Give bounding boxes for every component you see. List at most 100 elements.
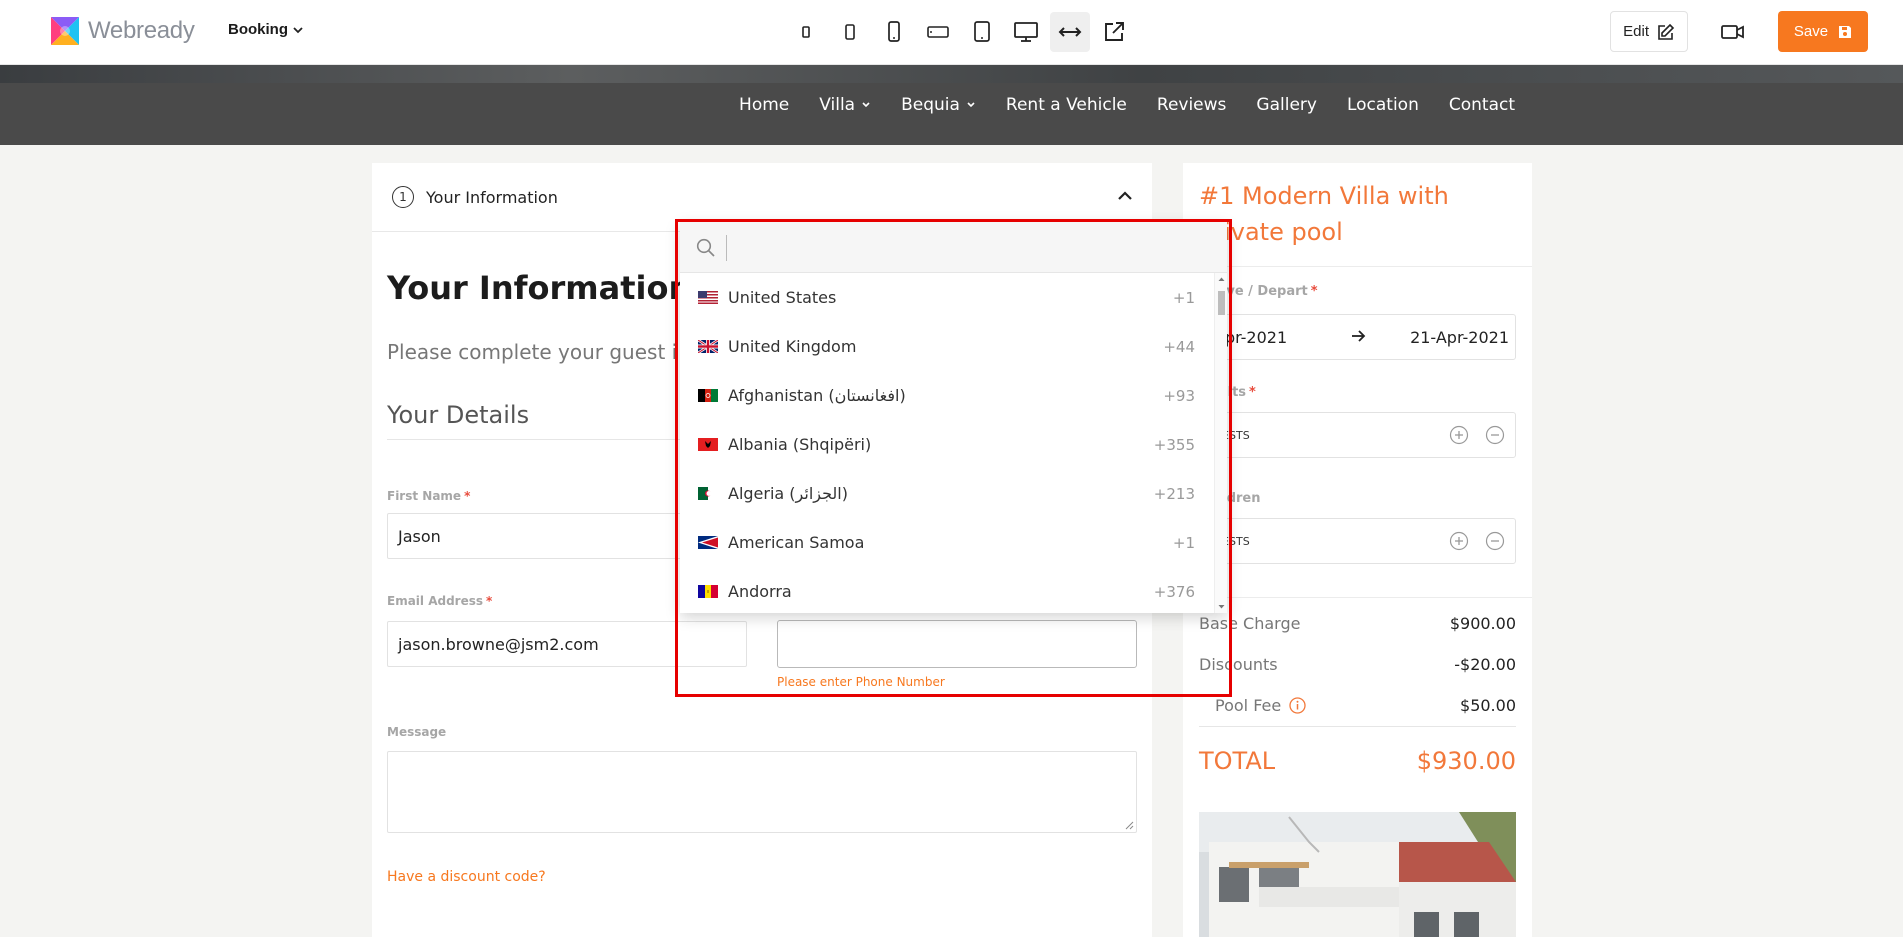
booking-summary: #1 Modern Villa with private pool Arrive…: [1183, 163, 1532, 937]
divider: [1183, 266, 1532, 267]
adults-stepper[interactable]: UESTS: [1199, 412, 1516, 458]
tablet-button[interactable]: [962, 12, 1002, 52]
total-label: TOTAL: [1199, 747, 1276, 775]
discounts-label: Discounts: [1199, 655, 1278, 674]
phone-icon: [845, 24, 855, 40]
step-number: 1: [392, 186, 414, 208]
country-option-united-kingdom[interactable]: United Kingdom +44: [680, 322, 1210, 371]
save-button-label: Save: [1793, 23, 1829, 40]
desktop-icon: [1014, 22, 1038, 42]
base-charge-row: Base Charge $900.00: [1199, 614, 1516, 633]
minus-circle-icon[interactable]: [1485, 425, 1505, 445]
flag-as-icon: [698, 536, 718, 549]
floppy-disk-icon: [1839, 25, 1852, 38]
phone-field[interactable]: [777, 620, 1137, 668]
discount-code-link[interactable]: Have a discount code?: [387, 869, 546, 885]
country-option-algeria[interactable]: Algeria (‫الجزائر‬‎) +213: [680, 469, 1210, 518]
phone-small-button[interactable]: [786, 12, 826, 52]
country-search-bar: [680, 222, 1227, 273]
base-charge-value: $900.00: [1449, 614, 1516, 633]
video-tutorial-button[interactable]: [1718, 17, 1748, 47]
chevron-up-icon[interactable]: [1116, 187, 1134, 205]
message-label: Message: [387, 725, 447, 739]
video-camera-icon: [1721, 24, 1744, 39]
date-range-picker[interactable]: Apr-2021 21-Apr-2021: [1199, 314, 1516, 360]
pool-fee-row: Pool Fee $50.00: [1199, 696, 1516, 715]
phone-large-icon: [888, 21, 900, 42]
tablet-icon: [974, 21, 990, 42]
phone-error-message: Please enter Phone Number: [777, 675, 945, 689]
site-navigation: Home Villa Bequia Rent a Vehicle Reviews…: [739, 95, 1515, 115]
email-label: Email Address *: [387, 594, 493, 608]
edit-button-label: Edit: [1623, 23, 1649, 40]
flag-us-icon: [698, 291, 718, 304]
toolbar-actions: Edit Save: [1610, 11, 1868, 52]
email-field[interactable]: jason.browne@jsm2.com: [387, 621, 747, 667]
save-button[interactable]: Save: [1778, 11, 1868, 52]
flag-gb-icon: [698, 340, 718, 353]
first-name-label: First Name *: [387, 489, 471, 503]
chevron-down-icon: [967, 102, 975, 108]
header-hero-strip: [0, 65, 1903, 83]
full-width-button[interactable]: [1050, 12, 1090, 52]
details-heading: Your Details: [387, 401, 530, 429]
villa-title: #1 Modern Villa with private pool: [1199, 182, 1449, 246]
minus-circle-icon[interactable]: [1485, 531, 1505, 551]
country-option-american-samoa[interactable]: American Samoa +1: [680, 518, 1210, 567]
phone-large-button[interactable]: [874, 12, 914, 52]
nav-rent-a-vehicle[interactable]: Rent a Vehicle: [1006, 95, 1127, 115]
flag-ad-icon: [698, 585, 718, 598]
desktop-button[interactable]: [1006, 12, 1046, 52]
base-charge-label: Base Charge: [1199, 614, 1301, 633]
nav-reviews[interactable]: Reviews: [1157, 95, 1227, 115]
total-row: TOTAL $930.00: [1199, 747, 1516, 775]
scrollbar-thumb[interactable]: [1218, 291, 1225, 315]
brand-name: Webready: [88, 17, 195, 44]
pool-fee-label: Pool Fee: [1215, 696, 1282, 715]
full-width-icon: [1058, 27, 1082, 37]
divider: [387, 439, 687, 440]
phone-landscape-icon: [927, 26, 949, 38]
intro-text: Please complete your guest i: [387, 340, 678, 364]
open-external-button[interactable]: [1094, 12, 1134, 52]
step-title: Your Information: [426, 187, 558, 207]
dropdown-scrollbar[interactable]: [1214, 273, 1227, 613]
nav-home[interactable]: Home: [739, 95, 789, 115]
plus-circle-icon[interactable]: [1449, 425, 1469, 445]
arrow-right-icon: [1352, 330, 1366, 342]
country-option-albania[interactable]: Albania (Shqipëri) +355: [680, 420, 1210, 469]
divider: [1183, 597, 1532, 598]
discounts-value: -$20.00: [1454, 655, 1516, 674]
children-stepper[interactable]: UESTS: [1199, 518, 1516, 564]
edit-button[interactable]: Edit: [1610, 11, 1688, 52]
message-textarea[interactable]: [387, 751, 1137, 833]
nav-location[interactable]: Location: [1347, 95, 1419, 115]
country-code-dropdown: United States +1 United Kingdom +44 Afgh…: [680, 222, 1227, 613]
nav-bequia[interactable]: Bequia: [901, 95, 976, 115]
phone-small-icon: [802, 26, 810, 38]
nav-contact[interactable]: Contact: [1449, 95, 1515, 115]
nav-gallery[interactable]: Gallery: [1256, 95, 1317, 115]
resize-handle-icon[interactable]: [1125, 821, 1134, 830]
scroll-up-icon[interactable]: [1218, 276, 1225, 283]
chevron-down-icon: [862, 102, 870, 108]
search-icon: [696, 238, 715, 257]
phone-landscape-button[interactable]: [918, 12, 958, 52]
discounts-row: Discounts -$20.00: [1199, 655, 1516, 674]
page-title: Your Information: [387, 269, 692, 307]
info-icon[interactable]: [1289, 697, 1306, 714]
country-search-input[interactable]: [726, 235, 1196, 261]
flag-af-icon: [698, 389, 718, 402]
brand-logo[interactable]: Webready: [48, 14, 195, 48]
nav-villa[interactable]: Villa: [819, 95, 871, 115]
phone-button[interactable]: [830, 12, 870, 52]
site-header: Home Villa Bequia Rent a Vehicle Reviews…: [0, 65, 1903, 145]
page-selector[interactable]: Booking: [228, 21, 304, 38]
country-list: United States +1 United Kingdom +44 Afgh…: [680, 273, 1210, 616]
depart-date: 21-Apr-2021: [1410, 328, 1509, 347]
plus-circle-icon[interactable]: [1449, 531, 1469, 551]
country-option-united-states[interactable]: United States +1: [680, 273, 1210, 322]
country-option-afghanistan[interactable]: Afghanistan (‫افغانستان‬‎) +93: [680, 371, 1210, 420]
country-option-andorra[interactable]: Andorra +376: [680, 567, 1210, 616]
scroll-down-icon[interactable]: [1218, 603, 1225, 610]
